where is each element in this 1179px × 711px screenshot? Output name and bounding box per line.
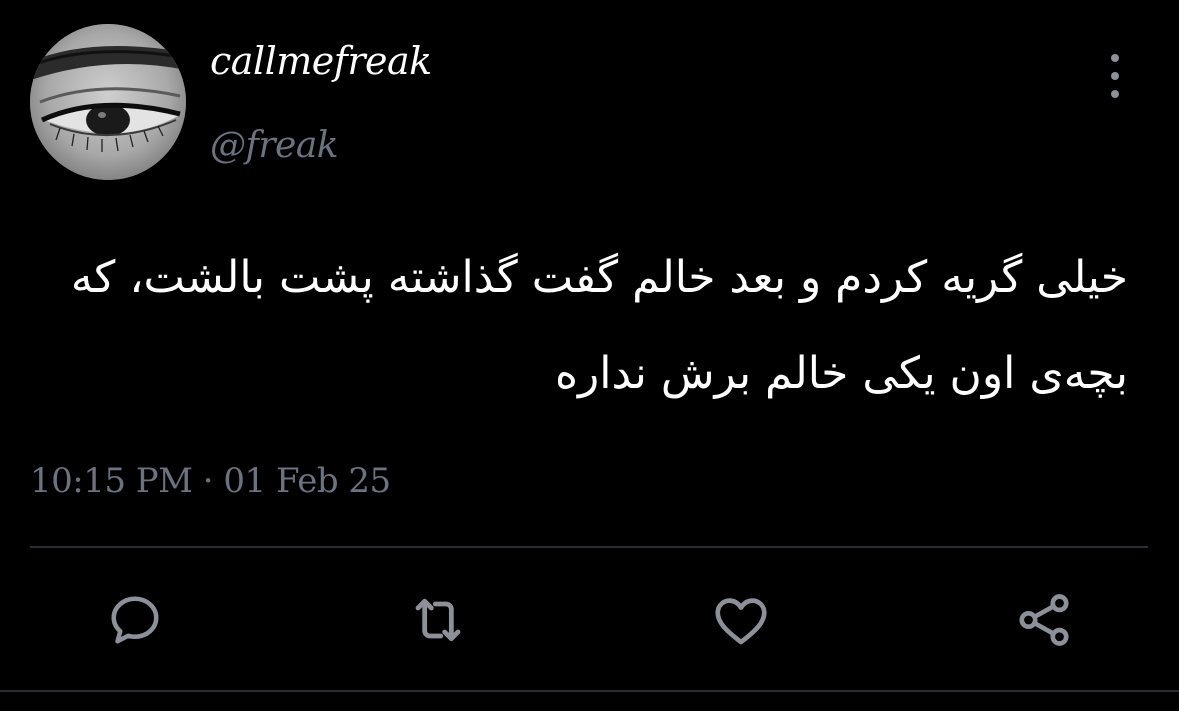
more-dot-icon (1111, 72, 1119, 80)
more-dot-icon (1111, 90, 1119, 98)
avatar[interactable] (30, 24, 186, 180)
tweet-text: خیلی گریه کردم و بعد خالم گفت گذاشته پشت… (30, 230, 1128, 422)
tweet-text-line: بچه‌ی اون یکی خالم برش نداره (554, 348, 1128, 399)
retweet-button[interactable] (406, 588, 470, 652)
like-button[interactable] (709, 588, 773, 652)
tweet-card: callmefreak @freak خیلی گریه کردم و بعد … (0, 0, 1179, 711)
avatar-eye-image (30, 24, 186, 180)
share-icon (1019, 594, 1069, 646)
display-name[interactable]: callmefreak (210, 42, 432, 80)
more-options-button[interactable] (1096, 54, 1134, 98)
share-button[interactable] (1012, 588, 1076, 652)
divider (30, 546, 1148, 548)
timestamp[interactable]: 10:15 PM · 01 Feb 25 (30, 464, 391, 498)
like-icon (715, 598, 767, 645)
retweet-icon (415, 598, 461, 642)
more-dot-icon (1111, 54, 1119, 62)
tweet-text-line: خیلی گریه کردم و بعد خالم گفت گذاشته پشت… (70, 252, 1128, 303)
reply-button[interactable] (103, 588, 167, 652)
user-handle[interactable]: @freak (210, 128, 339, 164)
reply-icon (111, 596, 159, 644)
divider (0, 690, 1179, 692)
